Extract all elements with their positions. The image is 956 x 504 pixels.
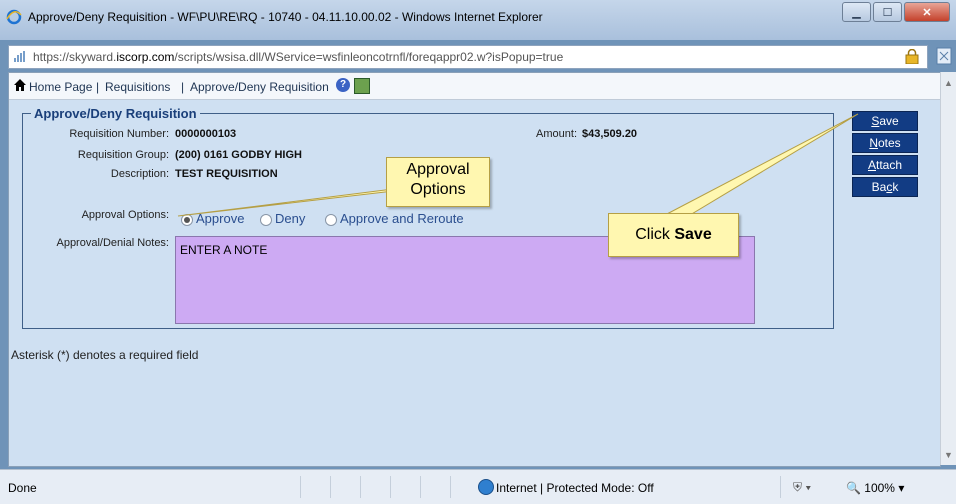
window-titlebar: Approve/Deny Requisition - WF\PU\RE\RQ -… [0,0,956,40]
protected-mode-icon[interactable]: ⛨ ▾ [793,480,811,495]
callout-approval-line2: Options [410,181,466,198]
callout-click-save: Click Save [608,213,739,257]
required-field-note: Asterisk (*) denotes a required field [11,348,199,362]
home-icon[interactable] [14,79,26,91]
radio-approve-label[interactable]: Approve [196,211,244,226]
page-content: Home Page | Requisitions | Approve/Deny … [8,72,941,467]
approval-options-label: Approval Options: [81,209,169,221]
address-url: https://skyward.iscorp.com/scripts/wsisa… [33,50,564,64]
help-icon[interactable]: ? [336,78,350,92]
security-zone[interactable]: Internet | Protected Mode: Off [496,481,654,495]
ie-icon [6,9,22,25]
req-group-label: Requisition Group: [77,149,169,161]
radio-approve-reroute-label[interactable]: Approve and Reroute [340,211,464,226]
close-button[interactable]: ✕ [904,2,950,22]
radio-deny[interactable] [260,214,272,226]
description-label: Description: [110,168,169,180]
req-group-value: (200) 0161 GODBY HIGH [175,149,302,161]
req-number-label: Requisition Number: [69,128,169,140]
description-value: TEST REQUISITION [175,168,278,180]
minimize-button[interactable]: ▁ [842,2,871,22]
fieldset-legend: Approve/Deny Requisition [31,106,200,121]
radio-approve-reroute[interactable] [325,214,337,226]
callout-approval-options: Approval Options [386,157,490,207]
req-number-value: 0000000103 [175,128,237,140]
radio-deny-label[interactable]: Deny [275,211,305,226]
notes-label: Approval/Denial Notes: [56,237,169,249]
compatibility-icon[interactable] [936,47,952,65]
breadcrumb-home[interactable]: Home Page [29,80,92,94]
vertical-scrollbar[interactable]: ▲ ▼ [940,72,956,465]
radio-approve[interactable] [181,214,193,226]
scroll-up-icon[interactable]: ▲ [944,78,953,88]
status-text: Done [8,481,37,495]
status-bar: Done Internet | Protected Mode: Off ⛨ ▾ … [0,469,956,504]
window-title: Approve/Deny Requisition - WF\PU\RE\RQ -… [28,10,543,24]
breadcrumb-requisitions[interactable]: Requisitions [105,80,170,94]
address-bar[interactable]: https://skyward.iscorp.com/scripts/wsisa… [8,45,928,69]
amount-label: Amount: [536,128,577,140]
notes-button[interactable]: Notes [852,133,918,153]
breadcrumb-current: Approve/Deny Requisition [190,80,329,94]
callout-approval-line1: Approval [406,161,470,178]
zoom-level[interactable]: 🔍 100% ▾ [846,481,904,495]
breadcrumb-separator: | [96,80,100,94]
tool-icon[interactable] [354,78,370,94]
breadcrumb: Home Page | Requisitions | Approve/Deny … [9,73,940,100]
scroll-down-icon[interactable]: ▼ [944,450,953,460]
back-button[interactable]: Back [852,177,918,197]
amount-value: $43,509.20 [582,128,638,140]
maximize-button[interactable]: ☐ [873,2,902,22]
breadcrumb-separator: | [181,80,185,94]
save-button[interactable]: Save [852,111,918,131]
lock-icon[interactable] [905,49,919,64]
attach-button[interactable]: Attach [852,155,918,175]
https-icon [14,51,25,62]
globe-icon [478,479,494,495]
